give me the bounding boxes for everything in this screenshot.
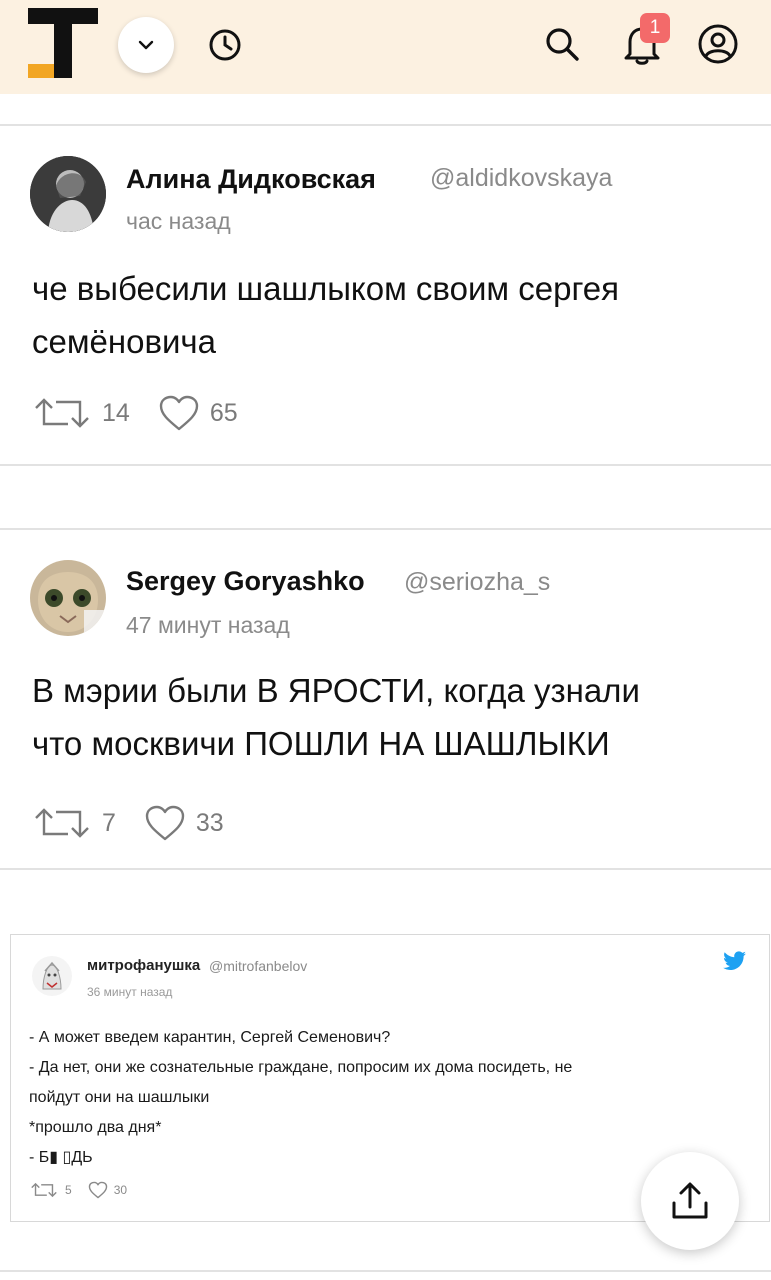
retweet-count: 14 bbox=[102, 398, 130, 427]
notifications-badge: 1 bbox=[640, 13, 670, 43]
like-count: 65 bbox=[209, 398, 238, 427]
tweet-text: В мэрии были В ЯРОСТИ, когда узнали что … bbox=[32, 664, 732, 770]
tweet-text-line: что москвичи ПОШЛИ НА ШАШЛЫКИ bbox=[32, 725, 610, 762]
embedded-text-line: - Да нет, они же сознательные граждане, … bbox=[29, 1059, 573, 1076]
embedded-text-line: - А может введем карантин, Сергей Семено… bbox=[29, 1029, 391, 1046]
retweet-icon[interactable] bbox=[32, 806, 92, 840]
cat-avatar-icon bbox=[30, 560, 106, 636]
chevron-down-icon bbox=[138, 40, 154, 50]
post-time: час назад bbox=[126, 208, 231, 234]
embedded-text-line: *прошло два дня* bbox=[29, 1119, 162, 1136]
like-count: 30 bbox=[113, 1183, 128, 1197]
embedded-tweet-actions: 5 30 bbox=[29, 1181, 143, 1199]
tj-logo-icon[interactable] bbox=[28, 8, 98, 78]
heart-icon[interactable] bbox=[158, 394, 200, 432]
embedded-text-line: - Б▮ ▯ДЬ bbox=[29, 1149, 93, 1166]
sections-dropdown-button[interactable] bbox=[118, 17, 174, 73]
tweet-text-line: В мэрии были В ЯРОСТИ, когда узнали bbox=[32, 672, 640, 709]
divider bbox=[0, 464, 771, 466]
tweet-actions: 7 33 bbox=[32, 804, 252, 842]
like-count: 33 bbox=[195, 808, 224, 837]
tweet-text: че выбесили шашлыком своим сергея семёно… bbox=[32, 262, 732, 368]
clock-icon bbox=[209, 29, 241, 61]
author-name[interactable]: Sergey Goryashko bbox=[126, 566, 365, 597]
retweet-count: 7 bbox=[102, 808, 116, 837]
heart-icon[interactable] bbox=[144, 804, 186, 842]
search-icon bbox=[546, 28, 579, 61]
embedded-tweet-text: - А может введем карантин, Сергей Семено… bbox=[29, 1023, 749, 1173]
share-icon bbox=[672, 1182, 708, 1219]
author-handle[interactable]: @aldidkovskaya bbox=[430, 164, 612, 193]
post-time: 47 минут назад bbox=[126, 612, 290, 638]
divider bbox=[0, 868, 771, 870]
embedded-author-handle: @mitrofanbelov bbox=[209, 958, 308, 974]
top-bar: 1 bbox=[0, 0, 771, 94]
profile-button[interactable] bbox=[690, 16, 746, 72]
tweet-card[interactable]: Sergey Goryashko @seriozha_s 47 минут на… bbox=[0, 530, 771, 868]
author-name[interactable]: Алина Дидковская bbox=[126, 164, 376, 195]
divider bbox=[0, 1270, 771, 1272]
avatar[interactable] bbox=[30, 560, 106, 636]
tweet-text-line: че выбесили шашлыком своим сергея bbox=[32, 270, 619, 307]
retweet-icon[interactable] bbox=[32, 396, 92, 430]
embedded-avatar-icon bbox=[32, 956, 72, 996]
history-button[interactable] bbox=[200, 20, 250, 70]
embedded-author-name: митрофанушка bbox=[87, 957, 201, 974]
avatar[interactable] bbox=[30, 156, 106, 232]
embedded-post-time: 36 минут назад bbox=[87, 985, 173, 999]
twitter-bird-icon bbox=[723, 951, 746, 970]
tweet-card[interactable]: Алина Дидковская @aldidkovskaya час наза… bbox=[0, 126, 771, 464]
heart-icon bbox=[88, 1181, 107, 1199]
avatar-photo-icon bbox=[30, 156, 106, 232]
retweet-count: 5 bbox=[65, 1183, 72, 1197]
search-button[interactable] bbox=[536, 18, 588, 70]
share-button[interactable] bbox=[641, 1152, 739, 1250]
embedded-text-line: пойдут они на шашлыки bbox=[29, 1089, 210, 1106]
author-handle[interactable]: @seriozha_s bbox=[404, 568, 550, 597]
tweet-text-line: семёновича bbox=[32, 323, 216, 360]
retweet-icon bbox=[31, 1182, 57, 1198]
tweet-actions: 14 65 bbox=[32, 394, 266, 432]
profile-icon bbox=[698, 24, 738, 64]
